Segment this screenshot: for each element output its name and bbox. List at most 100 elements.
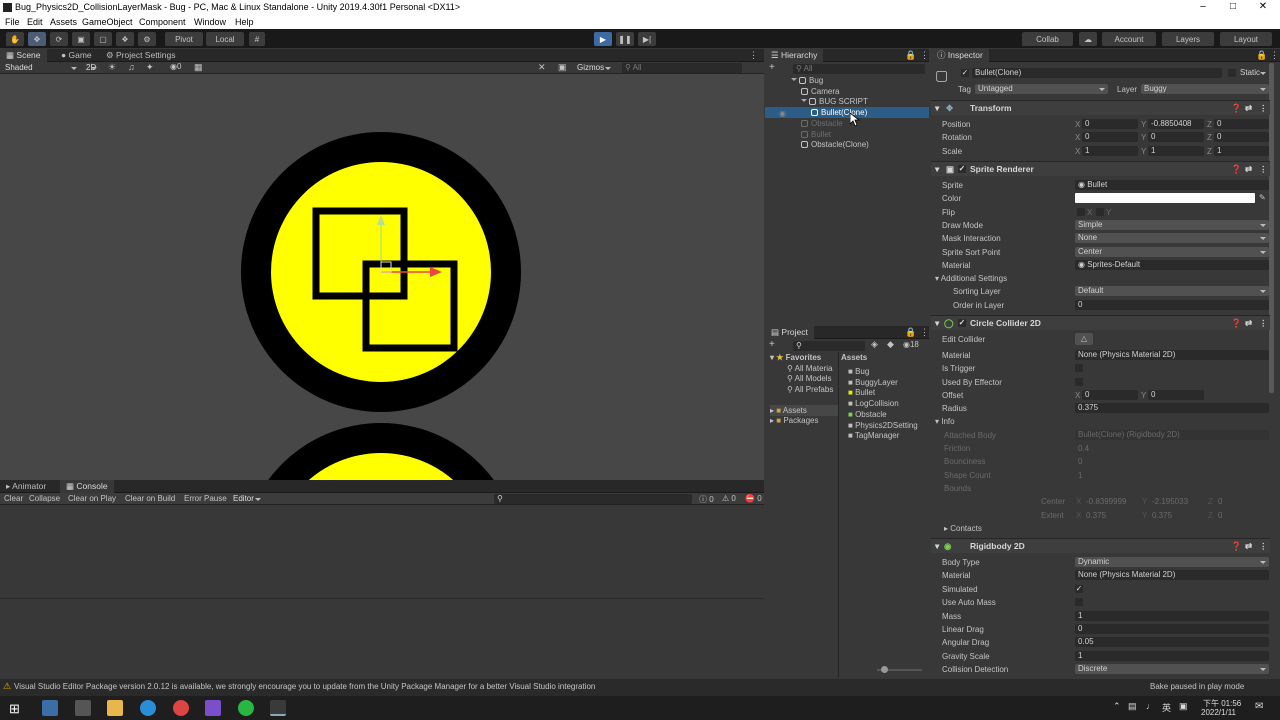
contacts-foldout[interactable]: ▸ Contacts: [944, 523, 982, 534]
collapse-button[interactable]: Collapse: [29, 494, 60, 503]
grid-icon[interactable]: ▦: [194, 62, 203, 73]
edit-collider-button[interactable]: △: [1075, 333, 1093, 345]
pause-button[interactable]: ❚❚: [616, 32, 634, 46]
mode-2d-toggle[interactable]: 2D: [84, 63, 100, 73]
favorites-header[interactable]: ▾ ★ Favorites: [770, 352, 821, 363]
sprite-field[interactable]: ◉ Bullet: [1075, 180, 1269, 190]
unity-editor-icon[interactable]: [270, 700, 286, 716]
rigidbody-row-value[interactable]: 0: [1075, 624, 1269, 634]
preset-icon[interactable]: ⇄: [1245, 316, 1252, 330]
hierarchy-search-input[interactable]: ⚲ All: [793, 64, 925, 74]
sorting-layer-dropdown[interactable]: Default: [1075, 286, 1269, 296]
visibility-eye-icon[interactable]: ◉: [779, 109, 786, 118]
layer-dropdown[interactable]: Buggy: [1141, 84, 1269, 94]
component-menu-icon[interactable]: ⋮: [1259, 316, 1268, 330]
material-field[interactable]: ◉ Sprites-Default: [1075, 260, 1269, 270]
offset-y-input[interactable]: 0: [1148, 390, 1204, 400]
log-count[interactable]: ⓘ 0: [699, 494, 714, 505]
fav-all-prefabs[interactable]: ⚲ All Prefabs: [787, 384, 833, 395]
tab-animator[interactable]: ▸ Animator: [0, 480, 52, 493]
cloud-icon[interactable]: ☁: [1079, 32, 1097, 46]
inspector-lock-icon[interactable]: 🔒: [1256, 50, 1267, 61]
ime-indicator[interactable]: 英: [1162, 701, 1171, 714]
rigidbody-header[interactable]: ▾ ◉ Rigidbody 2D ❓ ⇄ ⋮: [931, 538, 1270, 553]
tab-scene[interactable]: ▦ Scene: [0, 49, 47, 62]
asset-item[interactable]: ■ Bullet: [848, 387, 875, 398]
sort-point-dropdown[interactable]: Center: [1075, 247, 1269, 257]
visual-studio-icon[interactable]: [205, 700, 221, 716]
mask-interaction-dropdown[interactable]: None: [1075, 233, 1269, 243]
circle-collider-header[interactable]: ▾ ◯ ✓ Circle Collider 2D ❓ ⇄ ⋮: [931, 315, 1270, 330]
tools-icon[interactable]: ✕: [538, 62, 546, 73]
lock-icon[interactable]: 🔒: [905, 50, 916, 61]
create-asset-icon[interactable]: +: [769, 339, 775, 350]
gizmos-dropdown[interactable]: Gizmos: [574, 63, 614, 73]
collider-material-field[interactable]: None (Physics Material 2D): [1075, 350, 1269, 360]
expand-arrow-icon[interactable]: [791, 78, 797, 84]
file-explorer-icon[interactable]: [107, 700, 123, 716]
pivot-toggle[interactable]: Pivot: [165, 32, 203, 46]
network-icon[interactable]: ▤: [1128, 701, 1137, 712]
color-swatch[interactable]: [1075, 193, 1255, 203]
flip-x-checkbox[interactable]: [1077, 208, 1085, 216]
menu-component[interactable]: Component: [139, 17, 186, 27]
camera-icon[interactable]: ▣: [558, 62, 567, 73]
account-dropdown[interactable]: Account: [1102, 32, 1156, 46]
ime-mode-icon[interactable]: ▣: [1179, 701, 1188, 712]
tray-chevron-icon[interactable]: ⌃: [1113, 701, 1121, 712]
volume-icon[interactable]: ♩: [1146, 701, 1155, 711]
collider-enabled-checkbox[interactable]: ✓: [958, 319, 966, 327]
hierarchy-item[interactable]: Bug: [765, 75, 929, 86]
add-object-icon[interactable]: +: [769, 62, 775, 73]
scale-tool-icon[interactable]: ▣: [72, 32, 90, 46]
layout-dropdown[interactable]: Layout: [1220, 32, 1272, 46]
tab-project-settings[interactable]: ⚙ Project Settings: [100, 49, 182, 62]
tree-packages[interactable]: ▸ ■ Packages: [770, 415, 818, 426]
rigidbody-row-value[interactable]: None (Physics Material 2D): [1075, 570, 1269, 581]
hierarchy-item[interactable]: Obstacle: [765, 118, 929, 129]
rigidbody-row-value[interactable]: Dynamic: [1075, 557, 1269, 567]
hand-tool-icon[interactable]: ✋: [6, 32, 24, 46]
status-message[interactable]: Visual Studio Editor Package version 2.0…: [14, 682, 595, 691]
menu-file[interactable]: File: [5, 17, 20, 27]
rigidbody-row-value[interactable]: ✓: [1075, 584, 1083, 593]
inspector-menu-icon[interactable]: ⋮: [1270, 50, 1279, 61]
clear-on-play-button[interactable]: Clear on Play: [68, 494, 116, 503]
order-in-layer-input[interactable]: 0: [1075, 300, 1269, 310]
asset-item[interactable]: ■ TagManager: [848, 430, 899, 441]
minimize-button[interactable]: –: [1188, 0, 1218, 15]
custom-tool-icon[interactable]: ⚙: [138, 32, 156, 46]
project-menu-icon[interactable]: ⋮: [920, 327, 929, 338]
asset-item[interactable]: ■ LogCollision: [848, 398, 899, 409]
asset-item[interactable]: ■ BuggyLayer: [848, 377, 898, 388]
hidden-layers-icon[interactable]: ◉0: [170, 62, 181, 71]
used-by-effector-checkbox[interactable]: [1075, 378, 1083, 386]
rotate-tool-icon[interactable]: ⟳: [50, 32, 68, 46]
menu-window[interactable]: Window: [194, 17, 226, 27]
local-toggle[interactable]: Local: [206, 32, 244, 46]
audio-icon[interactable]: ♫: [128, 62, 135, 72]
transform-y-input[interactable]: 1: [1148, 146, 1204, 156]
editor-dropdown[interactable]: Editor: [232, 494, 264, 504]
notification-icon[interactable]: ✉: [1255, 701, 1263, 712]
transform-y-input[interactable]: 0: [1148, 132, 1204, 142]
lighting-icon[interactable]: ☀: [108, 62, 116, 73]
line-app-icon[interactable]: [238, 700, 254, 716]
play-button[interactable]: ▶: [594, 32, 612, 46]
offset-x-input[interactable]: 0: [1082, 390, 1138, 400]
radius-input[interactable]: 0.375: [1075, 403, 1269, 413]
error-pause-button[interactable]: Error Pause: [184, 494, 227, 503]
preset-icon[interactable]: ⇄: [1245, 162, 1252, 176]
transform-header[interactable]: ▾ ✥ Transform ❓ ⇄ ⋮: [931, 100, 1270, 115]
static-checkbox[interactable]: [1228, 69, 1236, 77]
task-view-icon[interactable]: [42, 700, 58, 716]
filter-label-icon[interactable]: ◆: [887, 339, 894, 350]
info-foldout[interactable]: ▾ Info: [935, 416, 955, 427]
object-name-input[interactable]: Bullet(Clone): [972, 68, 1222, 78]
menu-gameobject[interactable]: GameObject: [82, 17, 133, 27]
transform-z-input[interactable]: 0: [1214, 119, 1269, 129]
transform-x-input[interactable]: 0: [1082, 119, 1138, 129]
sprite-renderer-enabled-checkbox[interactable]: ✓: [958, 165, 966, 173]
tab-inspector[interactable]: ⓘ Inspector: [931, 49, 989, 62]
scene-canvas[interactable]: [0, 75, 764, 480]
